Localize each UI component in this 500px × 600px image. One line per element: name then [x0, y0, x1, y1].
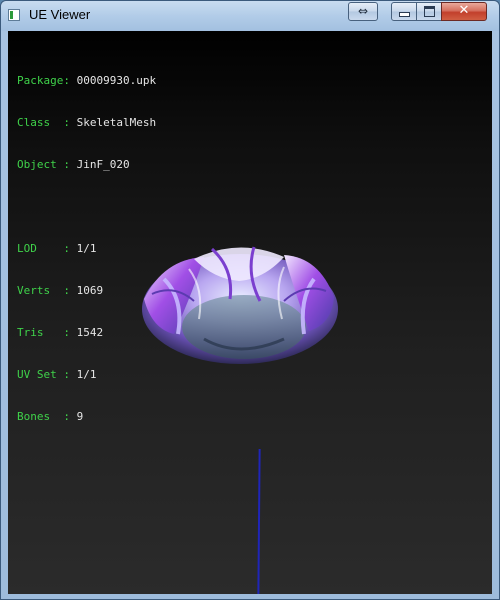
info-class-value: SkeletalMesh: [76, 116, 157, 129]
ue-viewer-window: UE Viewer ⇔ ✕ Package: 00009930.upk Clas…: [0, 0, 500, 600]
window-title: UE Viewer: [29, 7, 91, 22]
info-object: Object : JinF_020: [17, 158, 156, 172]
minimize-button[interactable]: [391, 2, 417, 21]
info-uvset-value: 1/1: [76, 368, 97, 381]
info-verts-value: 1069: [76, 284, 104, 297]
mesh-body: [142, 246, 338, 364]
info-lod-label: LOD :: [17, 242, 70, 255]
info-package-label: Package:: [17, 74, 70, 87]
info-package: Package: 00009930.upk: [17, 74, 156, 88]
info-object-value: JinF_020: [76, 158, 130, 171]
maximize-icon: [423, 6, 435, 17]
info-object-label: Object :: [17, 158, 70, 171]
info-uvset-label: UV Set :: [17, 368, 70, 381]
close-button[interactable]: ✕: [441, 2, 487, 21]
axis-line: [257, 449, 261, 594]
title-bar[interactable]: UE Viewer ⇔ ✕: [1, 1, 499, 31]
3d-viewport[interactable]: Package: 00009930.upk Class : SkeletalMe…: [8, 31, 492, 594]
info-verts-label: Verts :: [17, 284, 70, 297]
info-tris-value: 1542: [76, 326, 104, 339]
skeletal-mesh-model: [142, 246, 338, 364]
app-icon: [8, 9, 20, 21]
info-tris-label: Tris :: [17, 326, 70, 339]
maximize-button[interactable]: [416, 2, 442, 21]
info-bones: Bones : 9: [17, 410, 156, 424]
info-bones-value: 9: [76, 410, 84, 423]
info-class: Class : SkeletalMesh: [17, 116, 156, 130]
info-lod-value: 1/1: [76, 242, 97, 255]
info-package-value: 00009930.upk: [76, 74, 157, 87]
info-class-label: Class :: [17, 116, 70, 129]
minimize-icon: [398, 12, 410, 17]
close-icon: ✕: [458, 3, 470, 18]
swap-button[interactable]: ⇔: [348, 2, 378, 21]
info-bones-label: Bones :: [17, 410, 70, 423]
swap-icon: ⇔: [357, 4, 369, 18]
